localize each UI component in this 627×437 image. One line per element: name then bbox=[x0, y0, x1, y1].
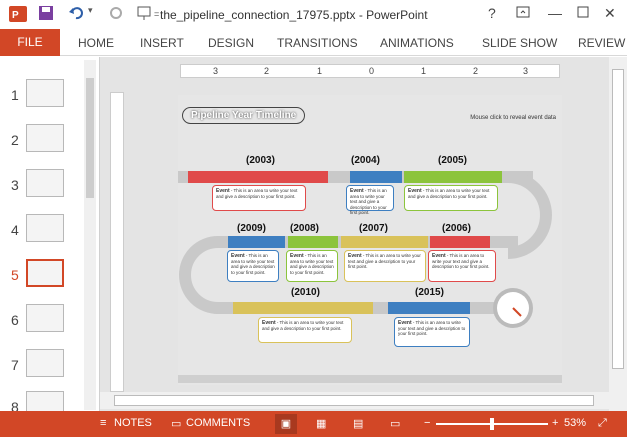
year-label: (2005) bbox=[438, 155, 467, 166]
horizontal-ruler: 3 2 1 0 1 2 3 bbox=[180, 64, 560, 78]
ruler-label: 3 bbox=[213, 66, 219, 76]
notes-button[interactable]: NOTES bbox=[114, 417, 152, 429]
ruler-label: 2 bbox=[264, 66, 270, 76]
year-label: (2003) bbox=[246, 155, 275, 166]
slide-preview bbox=[26, 79, 64, 107]
slide-instruction-text: Mouse click to reveal event data bbox=[470, 115, 556, 121]
presentation-icon[interactable] bbox=[136, 5, 152, 24]
year-label: (2010) bbox=[291, 287, 320, 298]
minimize-icon[interactable]: — bbox=[548, 5, 562, 21]
scrollbar-thumb[interactable] bbox=[114, 395, 594, 406]
comments-button[interactable]: COMMENTS bbox=[186, 417, 250, 429]
notes-icon[interactable]: ≡ bbox=[100, 417, 106, 429]
powerpoint-logo-icon: P bbox=[8, 5, 28, 26]
year-label: (2015) bbox=[415, 287, 444, 298]
comments-icon[interactable]: ▭ bbox=[171, 417, 181, 430]
pipeline-graphic bbox=[178, 95, 562, 385]
svg-text:P: P bbox=[12, 10, 19, 21]
event-card[interactable]: Event - This is an area to write your te… bbox=[404, 185, 498, 211]
event-card[interactable]: Event - This is an area to write your te… bbox=[258, 317, 352, 343]
thumbnail-scrollbar[interactable] bbox=[84, 60, 96, 410]
zoom-in-icon[interactable]: + bbox=[552, 417, 558, 429]
slide-preview bbox=[26, 304, 64, 332]
zoom-slider-handle[interactable] bbox=[490, 418, 494, 430]
ribbon-tabs: FILE HOME INSERT DESIGN TRANSITIONS ANIM… bbox=[0, 29, 627, 56]
year-label: (2009) bbox=[237, 223, 266, 234]
maximize-icon[interactable] bbox=[576, 5, 590, 22]
slide-number: 1 bbox=[11, 87, 19, 103]
tab-design[interactable]: DESIGN bbox=[208, 36, 254, 50]
slide-number: 6 bbox=[11, 312, 19, 328]
slide-number: 7 bbox=[11, 357, 19, 373]
document-title: the_pipeline_connection_17975.pptx - Pow… bbox=[160, 8, 428, 22]
scrollbar-thumb[interactable] bbox=[612, 69, 624, 369]
event-card[interactable]: Event - This is an area to write your te… bbox=[394, 317, 470, 347]
ruler-label: 1 bbox=[317, 66, 323, 76]
ribbon-display-icon[interactable] bbox=[516, 5, 530, 22]
slide-show-icon[interactable]: ▭ bbox=[390, 417, 400, 430]
fit-to-window-icon[interactable]: ⤢ bbox=[598, 417, 607, 430]
slide-preview bbox=[26, 214, 64, 242]
event-card[interactable]: Event - This is an area to write your te… bbox=[286, 250, 338, 282]
editor-vertical-scrollbar[interactable] bbox=[609, 57, 627, 411]
undo-icon[interactable] bbox=[68, 5, 84, 24]
slide-number: 5 bbox=[11, 267, 19, 283]
ruler-label: 1 bbox=[421, 66, 427, 76]
redo-icon[interactable] bbox=[108, 5, 124, 24]
vertical-ruler bbox=[110, 92, 124, 392]
tab-review[interactable]: REVIEW bbox=[578, 36, 625, 50]
undo-dropdown-icon[interactable]: ▾ bbox=[88, 5, 93, 16]
year-label: (2006) bbox=[442, 223, 471, 234]
event-card[interactable]: Event - This is an area to write your te… bbox=[227, 250, 279, 282]
ruler-label: 2 bbox=[473, 66, 479, 76]
file-tab[interactable]: FILE bbox=[0, 29, 60, 56]
title-bar: P ▾ = the_pipeline_connection_17975.pptx… bbox=[0, 0, 627, 29]
slide-title[interactable]: Pipeline Year Timeline bbox=[182, 107, 306, 124]
year-label: (2008) bbox=[290, 223, 319, 234]
slide-number: 3 bbox=[11, 177, 19, 193]
scrollbar-thumb[interactable] bbox=[86, 78, 94, 198]
tab-insert[interactable]: INSERT bbox=[140, 36, 184, 50]
tab-animations[interactable]: ANIMATIONS bbox=[380, 36, 454, 50]
slide-sorter-icon[interactable]: ▦ bbox=[316, 417, 326, 430]
zoom-out-icon[interactable]: − bbox=[424, 417, 430, 429]
ruler-label: 0 bbox=[369, 66, 375, 76]
tab-transitions[interactable]: TRANSITIONS bbox=[277, 36, 358, 50]
slide-preview bbox=[26, 349, 64, 377]
year-label: (2004) bbox=[351, 155, 380, 166]
reading-view-icon[interactable]: ▤ bbox=[353, 417, 363, 430]
ruler-label: 3 bbox=[523, 66, 529, 76]
event-card[interactable]: Event - This is an area to write your te… bbox=[212, 185, 306, 211]
slide-number: 4 bbox=[11, 222, 19, 238]
close-icon[interactable]: ✕ bbox=[604, 5, 616, 22]
event-card[interactable]: Event - This is an area to write your te… bbox=[428, 250, 496, 282]
slide-preview bbox=[26, 259, 64, 287]
slide-preview bbox=[26, 169, 64, 197]
event-card[interactable]: Event - This is an area to write your te… bbox=[346, 185, 394, 215]
save-icon[interactable] bbox=[38, 5, 54, 24]
slide-canvas[interactable]: Pipeline Year Timeline Mouse click to re… bbox=[178, 95, 562, 385]
help-icon[interactable]: ? bbox=[488, 5, 496, 21]
slide-number: 2 bbox=[11, 132, 19, 148]
tab-slide-show[interactable]: SLIDE SHOW bbox=[482, 36, 557, 50]
event-card[interactable]: Event - This is an area to write your te… bbox=[344, 250, 426, 282]
zoom-level[interactable]: 53% bbox=[564, 417, 586, 429]
tab-home[interactable]: HOME bbox=[78, 36, 114, 50]
editor-horizontal-scrollbar[interactable] bbox=[100, 392, 609, 409]
year-label: (2007) bbox=[359, 223, 388, 234]
normal-view-icon[interactable]: ▣ bbox=[275, 414, 297, 434]
status-bar: ≡ NOTES ▭ COMMENTS ▣ ▦ ▤ ▭ − + 53% ⤢ bbox=[0, 411, 627, 437]
customize-icon[interactable]: = bbox=[154, 9, 159, 19]
slide-preview bbox=[26, 124, 64, 152]
